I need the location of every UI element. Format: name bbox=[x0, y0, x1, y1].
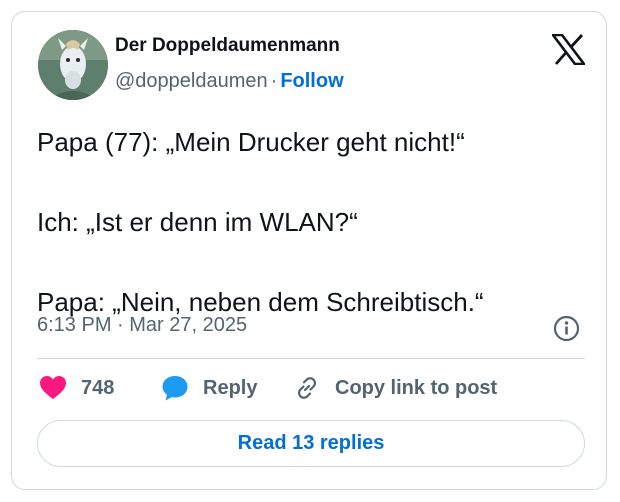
separator-dot: · bbox=[270, 70, 278, 92]
read-replies-button[interactable]: Read 13 replies bbox=[37, 420, 585, 467]
author-handle-line: @doppeldaumen · Follow bbox=[115, 70, 344, 93]
tweet-text: Papa (77): „Mein Drucker geht nicht!“ Ic… bbox=[37, 122, 587, 322]
link-icon bbox=[297, 377, 317, 399]
heart-icon bbox=[40, 376, 66, 399]
tweet-card: Der Doppeldaumenmann @doppeldaumen · Follo… bbox=[11, 11, 607, 490]
follow-button[interactable]: Follow bbox=[280, 70, 343, 92]
reply-label: Reply bbox=[203, 376, 258, 399]
author-handle[interactable]: @doppeldaumen bbox=[115, 70, 268, 92]
author-name[interactable]: Der Doppeldaumenmann bbox=[115, 35, 340, 57]
avatar[interactable] bbox=[38, 30, 108, 100]
divider bbox=[37, 358, 585, 359]
tweet-line: Ich: „Ist er denn im WLAN?“ bbox=[37, 207, 358, 237]
info-icon[interactable] bbox=[553, 315, 580, 342]
x-logo-icon[interactable] bbox=[550, 33, 587, 66]
timestamp[interactable]: 6:13 PM · Mar 27, 2025 bbox=[37, 314, 247, 337]
like-count: 748 bbox=[81, 376, 115, 399]
reply-bubble-icon bbox=[162, 376, 188, 401]
reply-button[interactable]: Reply bbox=[161, 372, 257, 404]
action-bar: 748 Reply Copy link to post bbox=[37, 372, 597, 404]
avatar-image bbox=[38, 30, 108, 100]
copy-link-label: Copy link to post bbox=[335, 376, 498, 399]
copy-link-button[interactable]: Copy link to post bbox=[293, 372, 497, 404]
like-button[interactable]: 748 bbox=[39, 372, 114, 404]
tweet-line: Papa (77): „Mein Drucker geht nicht!“ bbox=[37, 127, 465, 157]
